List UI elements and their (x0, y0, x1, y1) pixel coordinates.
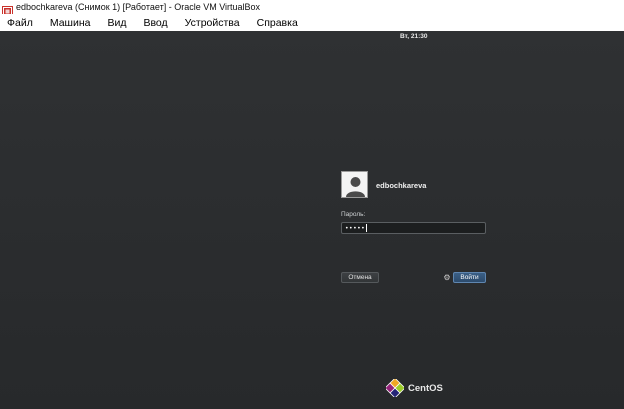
text-cursor (366, 224, 368, 232)
topbar-clock[interactable]: Вт, 21:30 (400, 33, 428, 40)
centos-logo-icon (386, 379, 404, 397)
menu-machine[interactable]: Машина (50, 17, 91, 29)
password-label: Пароль: (341, 211, 366, 218)
username-label: edbochkareva (376, 181, 427, 190)
menu-file[interactable]: Файл (7, 17, 33, 29)
menu-input[interactable]: Ввод (143, 17, 167, 29)
gear-icon[interactable]: ⚙ (443, 272, 451, 283)
user-avatar-icon (341, 171, 368, 198)
window-titlebar: edbochkareva (Снимок 1) [Работает] - Ora… (0, 0, 624, 17)
menu-view[interactable]: Вид (107, 17, 126, 29)
menubar: Файл Машина Вид Ввод Устройства Справка (0, 14, 624, 31)
centos-logo: CentOS (386, 379, 443, 397)
cancel-button[interactable]: Отмена (341, 272, 379, 283)
vm-display[interactable]: Вт, 21:30 edbochkareva Пароль: ••••• Отм… (0, 31, 624, 409)
centos-logo-text: CentOS (408, 382, 443, 394)
login-button[interactable]: Войти (453, 272, 486, 283)
virtualbox-icon (2, 2, 13, 17)
menu-help[interactable]: Справка (257, 17, 298, 29)
password-value: ••••• (345, 224, 366, 232)
window-title: edbochkareva (Снимок 1) [Работает] - Ora… (16, 2, 261, 12)
menu-devices[interactable]: Устройства (185, 17, 240, 29)
password-input[interactable]: ••••• (341, 222, 486, 234)
